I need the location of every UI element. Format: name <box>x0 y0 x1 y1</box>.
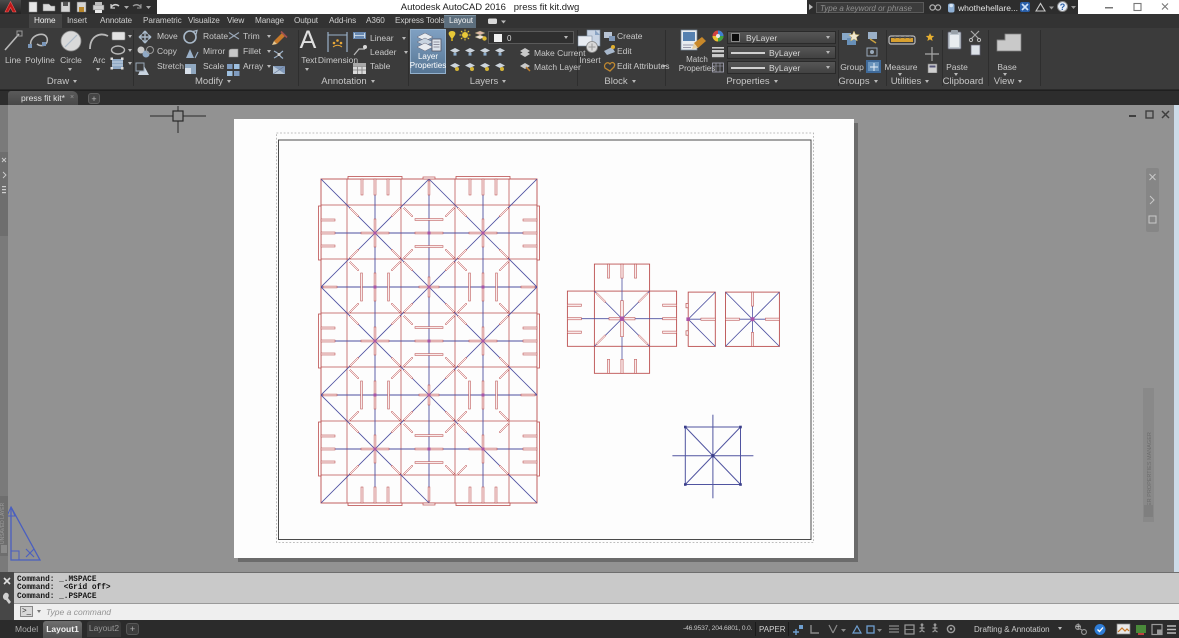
svg-text:LAYER PROPERTIES MANAGER: LAYER PROPERTIES MANAGER <box>1147 432 1153 516</box>
svg-text:UNSAVED LAYER: UNSAVED LAYER <box>0 502 6 544</box>
